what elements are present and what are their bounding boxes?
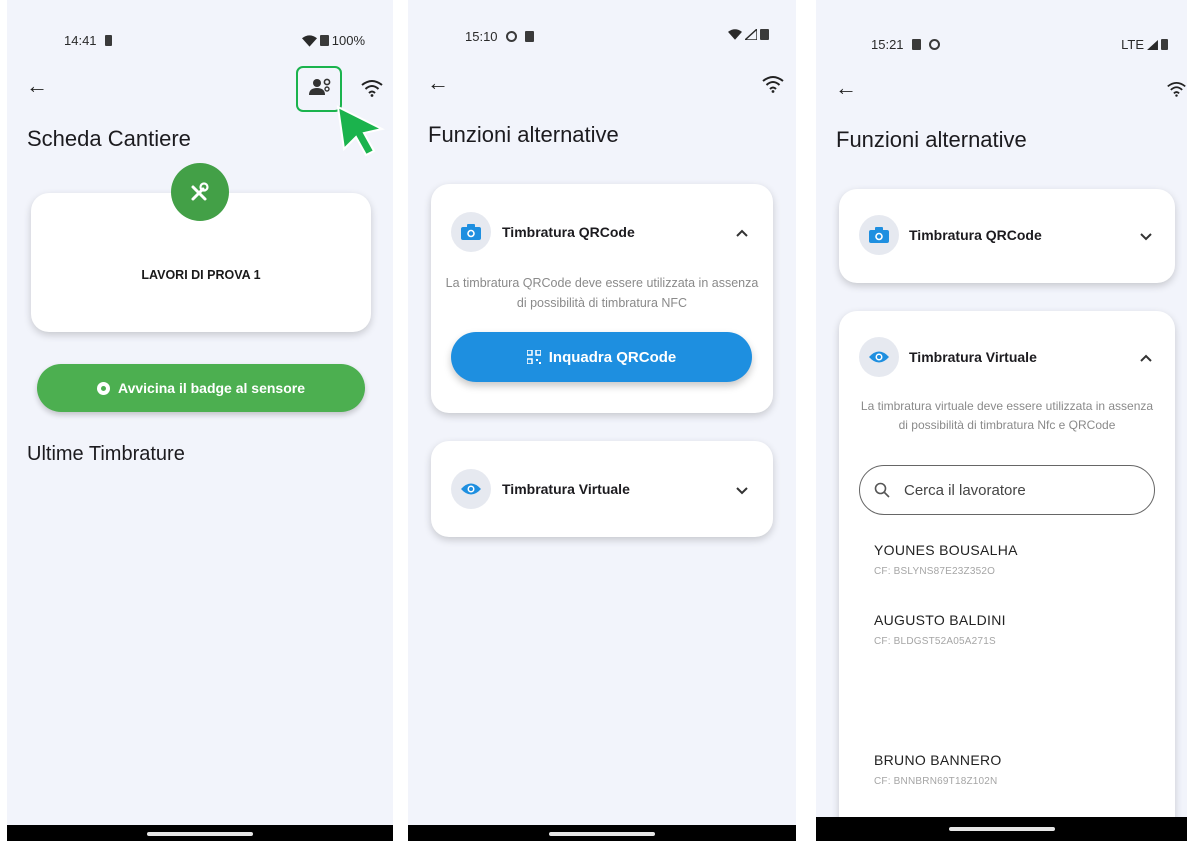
sim-icon (911, 39, 921, 50)
qrcode-description: La timbratura QRCode deve essere utilizz… (445, 276, 759, 310)
search-icon (874, 482, 890, 498)
system-nav-bar (816, 817, 1187, 841)
virtual-label: Timbratura Virtuale (909, 349, 1037, 365)
status-time: 14:41 (64, 33, 97, 48)
camera-icon (859, 215, 899, 255)
network-type: LTE (1121, 37, 1144, 52)
phone-screen-site-card: 14:41 100% ← Scheda Cantiere LAVORI DI P… (7, 0, 393, 841)
wifi-icon (1167, 82, 1186, 97)
worker-name: BRUNO BANNERO (874, 752, 1002, 768)
virtual-accordion: Timbratura Virtuale La timbratura virtua… (839, 311, 1175, 841)
virtual-accordion: Timbratura Virtuale (431, 441, 773, 537)
battery-icon (1161, 39, 1168, 50)
battery-icon (760, 29, 769, 40)
worker-list-item[interactable]: YOUNES BOUSALHA CF: BSLYNS87E23Z352O (874, 542, 1018, 577)
page-title: Funzioni alternative (836, 127, 1027, 152)
home-handle[interactable] (147, 832, 253, 836)
back-arrow-icon[interactable]: ← (26, 75, 48, 97)
settings-status-icon (928, 39, 940, 50)
wifi-icon (361, 80, 383, 97)
qrcode-icon (526, 350, 541, 364)
eye-icon (859, 337, 899, 377)
battery-level: 100% (331, 33, 365, 48)
phone-screen-alternative-functions: 15:10 ← Funzioni alternative Timbratura … (408, 0, 796, 841)
camera-icon (451, 212, 491, 252)
qrcode-accordion: Timbratura QRCode (839, 189, 1175, 283)
back-arrow-icon[interactable]: ← (427, 72, 449, 94)
chevron-up-icon[interactable] (732, 223, 752, 243)
sim-icon (524, 31, 534, 42)
worker-name: AUGUSTO BALDINI (874, 612, 1006, 628)
people-settings-icon[interactable] (308, 77, 332, 97)
page-title: Scheda Cantiere (27, 126, 191, 151)
chevron-down-icon[interactable] (732, 480, 752, 500)
wifi-icon (762, 76, 784, 93)
nfc-button-label: Avvicina il badge al sensore (117, 380, 305, 396)
virtual-description: La timbratura virtuale deve essere utili… (860, 399, 1154, 432)
qrcode-label: Timbratura QRCode (502, 224, 635, 240)
status-time: 15:21 (871, 37, 904, 52)
nfc-icon (96, 381, 110, 395)
phone-screen-virtual-punch: 15:21 LTE ← Funzioni alternative Timbrat… (816, 0, 1187, 841)
project-name: LAVORI DI PROVA 1 (141, 268, 261, 282)
status-bar: 15:21 LTE (816, 0, 1187, 80)
cell-signal-icon (1147, 39, 1158, 50)
system-nav-bar (7, 825, 393, 841)
nfc-badge-button[interactable]: Avvicina il badge al sensore (37, 364, 365, 412)
pointer-cursor-icon (336, 105, 385, 157)
qrcode-accordion: Timbratura QRCode La timbratura QRCode d… (431, 184, 773, 413)
page-title: Funzioni alternative (428, 122, 619, 147)
virtual-accordion-header[interactable]: Timbratura Virtuale (839, 327, 1175, 387)
settings-status-icon (505, 31, 517, 42)
eye-icon (451, 469, 491, 509)
battery-icon (319, 35, 329, 46)
status-time: 15:10 (465, 29, 498, 44)
chevron-up-icon[interactable] (1136, 348, 1156, 368)
wifi-signal-icon (301, 34, 317, 47)
worker-list-item[interactable]: BRUNO BANNERO CF: BNNBRN69T18Z102N (874, 752, 1002, 787)
system-nav-bar (408, 825, 796, 841)
worker-tax-code: CF: BLDGST52A05A271S (874, 636, 996, 647)
worker-tax-code: CF: BNNBRN69T18Z102N (874, 776, 998, 787)
virtual-label: Timbratura Virtuale (502, 481, 630, 497)
scan-qrcode-label: Inquadra QRCode (548, 348, 677, 366)
qrcode-label: Timbratura QRCode (909, 227, 1042, 243)
virtual-accordion-header[interactable]: Timbratura Virtuale (431, 459, 773, 519)
scan-qrcode-button[interactable]: Inquadra QRCode (451, 332, 752, 382)
home-handle[interactable] (948, 827, 1055, 831)
home-handle[interactable] (549, 832, 655, 836)
tools-icon (171, 163, 229, 221)
worker-name: YOUNES BOUSALHA (874, 542, 1018, 558)
status-bar: 15:10 (408, 0, 796, 80)
wifi-signal-icon (728, 29, 742, 40)
lock-icon (104, 35, 112, 46)
worker-search-input[interactable] (904, 481, 1124, 499)
worker-tax-code: CF: BSLYNS87E23Z352O (874, 566, 996, 577)
cell-signal-icon (745, 29, 757, 40)
qrcode-accordion-header[interactable]: Timbratura QRCode (431, 202, 773, 262)
worker-list-item[interactable]: AUGUSTO BALDINI CF: BLDGST52A05A271S (874, 612, 1006, 647)
qrcode-accordion-header[interactable]: Timbratura QRCode (839, 205, 1175, 265)
chevron-down-icon[interactable] (1136, 226, 1156, 246)
recent-punches-title: Ultime Timbrature (27, 443, 185, 465)
back-arrow-icon[interactable]: ← (835, 77, 857, 99)
worker-search-field[interactable] (859, 465, 1155, 515)
